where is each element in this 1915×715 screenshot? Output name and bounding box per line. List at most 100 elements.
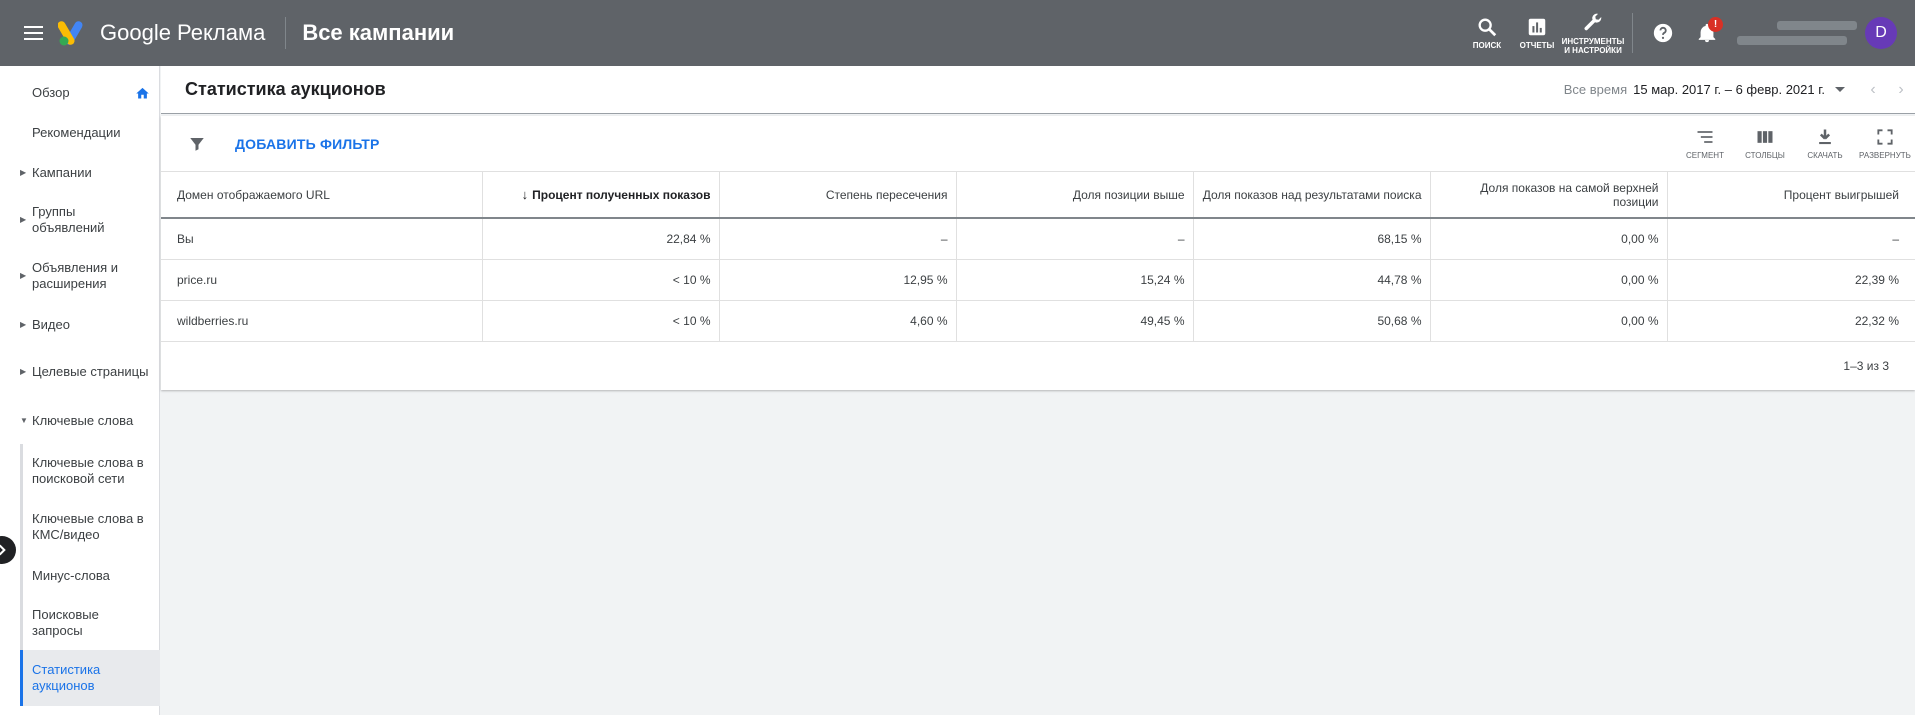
column-header-top-of-page-rate[interactable]: Доля показов над результатами поиска: [1193, 172, 1431, 219]
notification-badge: !: [1708, 17, 1723, 32]
search-tool-button[interactable]: ПОИСК: [1462, 0, 1512, 66]
table-cell: 0,00 %: [1430, 300, 1668, 342]
page-title-row: Статистика аукционов Все время 15 мар. 2…: [161, 66, 1915, 114]
table-cell: –: [956, 218, 1194, 260]
home-icon: [136, 87, 149, 98]
sidebar-item-search-terms[interactable]: Поисковые запросы: [20, 596, 160, 650]
fullscreen-icon: [1877, 129, 1893, 145]
column-header-domain[interactable]: Домен отображаемого URL: [161, 172, 483, 219]
column-header-label: Степень пересечения: [825, 187, 948, 202]
sidebar-item-label: Минус-слова: [32, 568, 110, 583]
segment-label: СЕГМЕНТ: [1686, 151, 1724, 160]
column-header-label: Доля показов на самой верхней позиции: [1480, 180, 1659, 209]
table-cell: 49,45 %: [956, 300, 1194, 342]
sidebar-item-label: Группы объявлений: [32, 204, 105, 235]
download-icon: [1819, 129, 1831, 145]
sort-arrow-down-icon: ↓: [521, 186, 529, 202]
sidebar-item-keywords[interactable]: ▼ Ключевые слова: [0, 410, 160, 432]
toolbar-divider: [1632, 13, 1633, 53]
table-cell: 44,78 %: [1193, 259, 1431, 301]
date-preset: Все время: [1563, 82, 1628, 97]
caret-right-icon: ▶: [20, 271, 27, 280]
segment-button[interactable]: СЕГМЕНТ: [1675, 116, 1735, 172]
sidebar-item-label: Поисковые запросы: [32, 607, 99, 638]
wrench-icon: [1584, 13, 1602, 30]
account-email-redacted: [1737, 36, 1847, 45]
table-row: Вы 22,84 % – – 68,15 % 0,00 % –: [161, 218, 1915, 260]
sidebar-item-overview[interactable]: Обзор: [0, 82, 160, 104]
avatar[interactable]: D: [1865, 17, 1897, 49]
pagination-summary: 1–3 из 3: [1843, 358, 1889, 373]
caret-down-icon: ▼: [20, 416, 28, 425]
sidebar-collapse-toggle[interactable]: [0, 536, 16, 564]
sidebar-item-label: Ключевые слова в КМС/видео: [32, 511, 144, 542]
search-tool-label: ПОИСК: [1472, 41, 1502, 50]
table-cell: 68,15 %: [1193, 218, 1431, 260]
sidebar-item-negative-keywords[interactable]: Минус-слова: [20, 556, 160, 596]
columns-label: СТОЛБЦЫ: [1745, 151, 1785, 160]
sidebar-item-recommendations[interactable]: Рекомендации: [0, 122, 160, 144]
account-info-blurred[interactable]: [1737, 21, 1857, 45]
reports-icon: [1528, 18, 1546, 36]
table-cell: 22,32 %: [1667, 300, 1915, 342]
expand-button[interactable]: РАЗВЕРНУТЬ: [1855, 116, 1915, 172]
help-button[interactable]: [1641, 11, 1685, 55]
filter-icon[interactable]: [185, 132, 209, 156]
tools-settings-button[interactable]: ИНСТРУМЕНТЫ И НАСТРОЙКИ: [1562, 0, 1624, 66]
sidebar-item-search-keywords[interactable]: Ключевые слова в поисковой сети: [20, 444, 160, 498]
auction-insights-card: ДОБАВИТЬ ФИЛЬТР СЕГМЕНТ СТОЛБЦЫ СКАЧАТЬ …: [161, 116, 1915, 390]
date-range-picker[interactable]: Все время 15 мар. 2017 г. – 6 февр. 2021…: [1564, 66, 1915, 114]
brand-name: Google Реклама: [100, 20, 266, 45]
table-cell: 22,39 %: [1667, 259, 1915, 301]
table-cell: price.ru: [161, 259, 483, 301]
column-header-label: Домен отображаемого URL: [177, 187, 330, 202]
sidebar-item-auction-insights[interactable]: Статистика аукционов: [20, 650, 160, 706]
sidebar-item-campaigns[interactable]: ▶ Кампании: [0, 162, 160, 184]
column-header-abs-top-rate[interactable]: Доля показов на самой верхней позиции: [1430, 172, 1668, 219]
table-cell: Вы: [161, 218, 483, 260]
download-label: СКАЧАТЬ: [1807, 151, 1843, 160]
table-cell: 0,00 %: [1430, 259, 1668, 301]
table-cell: < 10 %: [482, 300, 720, 342]
notifications-button[interactable]: !: [1685, 11, 1729, 55]
table-cell: < 10 %: [482, 259, 720, 301]
column-header-outranking-share[interactable]: Процент выигрышей: [1667, 172, 1915, 219]
caret-right-icon: ▶: [20, 367, 27, 376]
date-dropdown-icon[interactable]: [1835, 87, 1845, 92]
table-cell: –: [719, 218, 957, 260]
add-filter-button[interactable]: ДОБАВИТЬ ФИЛЬТР: [235, 136, 380, 152]
reports-tool-label: ОТЧЕТЫ: [1519, 41, 1555, 50]
table-row: price.ru < 10 % 12,95 % 15,24 % 44,78 % …: [161, 259, 1915, 301]
caret-right-icon: ▶: [20, 320, 27, 329]
sidebar-item-video[interactable]: ▶ Видео: [0, 314, 160, 336]
sidebar: Обзор Рекомендации ▶ Кампании ▶ Группы о…: [0, 66, 160, 715]
columns-button[interactable]: СТОЛБЦЫ: [1735, 116, 1795, 172]
column-header-overlap-rate[interactable]: Степень пересечения: [719, 172, 957, 219]
caret-right-icon: ▶: [20, 168, 27, 177]
sidebar-item-landing-pages[interactable]: ▶ Целевые страницы: [0, 354, 160, 390]
column-header-impression-share[interactable]: ↓ Процент полученных показов: [482, 172, 720, 219]
table-cell: 50,68 %: [1193, 300, 1431, 342]
sidebar-item-label: Целевые страницы: [32, 364, 149, 379]
sidebar-item-label: Кампании: [32, 165, 92, 180]
chevron-left-icon[interactable]: ‹: [1859, 81, 1887, 99]
main-content: Статистика аукционов Все время 15 мар. 2…: [161, 66, 1915, 715]
table-cell: 0,00 %: [1430, 218, 1668, 260]
sidebar-item-label: Статистика аукционов: [32, 662, 101, 693]
table-cell: 12,95 %: [719, 259, 957, 301]
chevron-right-icon: [0, 544, 6, 556]
auction-insights-table: Домен отображаемого URL ↓ Процент получен…: [161, 172, 1915, 342]
column-header-label: Доля позиции выше: [1072, 187, 1185, 202]
table-row: wildberries.ru < 10 % 4,60 % 49,45 % 50,…: [161, 300, 1915, 342]
chevron-right-icon[interactable]: ›: [1887, 81, 1915, 99]
sidebar-item-ad-groups[interactable]: ▶ Группы объявлений: [0, 202, 160, 238]
expand-label: РАЗВЕРНУТЬ: [1859, 151, 1911, 160]
column-header-position-above-rate[interactable]: Доля позиции выше: [956, 172, 1194, 219]
menu-icon[interactable]: [18, 18, 48, 48]
google-ads-logo-icon: [57, 19, 88, 47]
download-button[interactable]: СКАЧАТЬ: [1795, 116, 1855, 172]
campaign-scope-title[interactable]: Все кампании: [302, 20, 454, 46]
sidebar-item-display-keywords[interactable]: Ключевые слова в КМС/видео: [20, 498, 160, 556]
sidebar-item-ads-extensions[interactable]: ▶ Объявления и расширения: [0, 258, 160, 294]
reports-tool-button[interactable]: ОТЧЕТЫ: [1512, 0, 1562, 66]
